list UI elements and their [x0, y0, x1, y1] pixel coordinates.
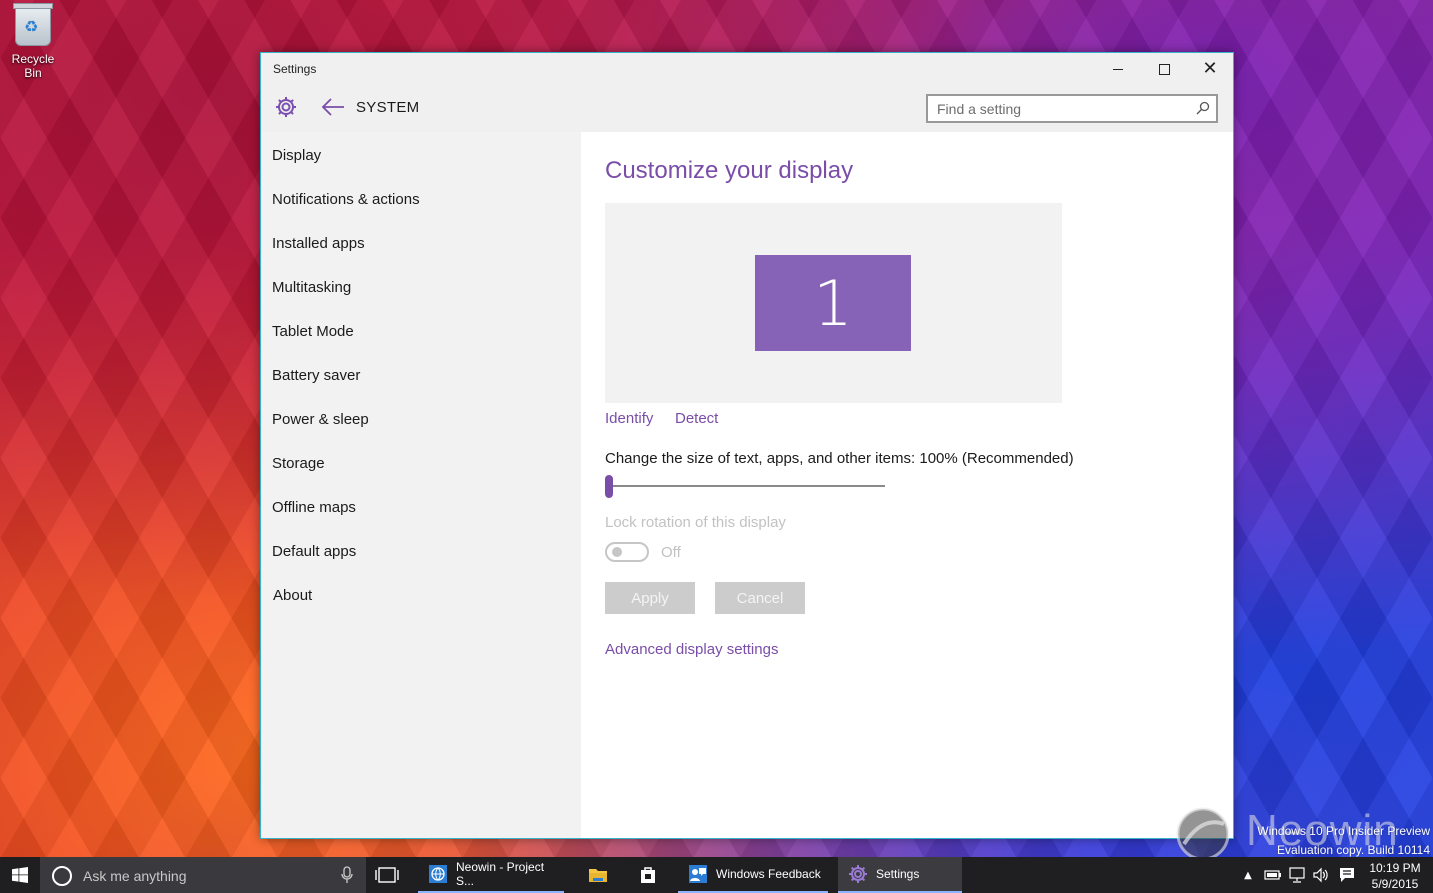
recycle-bin-icon: ♻: [13, 3, 53, 46]
sidebar-item-battery-saver[interactable]: Battery saver: [272, 367, 360, 384]
cancel-button[interactable]: Cancel: [715, 582, 805, 614]
toggle-knob: [612, 547, 622, 557]
window-title: Settings: [273, 62, 317, 76]
sidebar-item-about[interactable]: About: [273, 587, 312, 604]
sidebar-item-storage[interactable]: Storage: [272, 455, 325, 472]
scale-slider-thumb[interactable]: [605, 475, 613, 498]
notification-icon: [1340, 868, 1354, 882]
battery-icon: [1264, 870, 1281, 880]
search-box[interactable]: [926, 94, 1218, 123]
sidebar-item-default-apps[interactable]: Default apps: [272, 543, 356, 560]
file-explorer-icon: [589, 869, 607, 882]
neowin-logo-icon: [1176, 807, 1230, 861]
section-title: SYSTEM: [356, 99, 420, 116]
build-watermark: Windows 10 Pro Insider Preview Evaluatio…: [1257, 822, 1430, 860]
lock-rotation-label: Lock rotation of this display: [605, 514, 786, 531]
sidebar-item-offline-maps[interactable]: Offline maps: [272, 499, 356, 516]
taskbar-app-file-explorer[interactable]: [578, 857, 618, 893]
taskbar-app-store[interactable]: [628, 857, 668, 893]
display-arrangement-area: 1: [605, 203, 1062, 403]
battery-tray-button[interactable]: [1262, 857, 1284, 893]
page-title: Customize your display: [605, 157, 854, 184]
watermark-line-1: Windows 10 Pro Insider Preview: [1257, 824, 1430, 838]
settings-header: SYSTEM: [261, 85, 1233, 132]
settings-sidebar: Display Notifications & actions Installe…: [261, 132, 581, 838]
store-icon: [641, 867, 655, 883]
maximize-icon: [1158, 63, 1170, 75]
show-hidden-icons-button[interactable]: ▲: [1238, 857, 1258, 893]
feedback-icon: [689, 865, 707, 883]
back-arrow-icon[interactable]: [319, 93, 347, 121]
network-tray-button[interactable]: [1286, 857, 1308, 893]
scale-slider-track[interactable]: [609, 485, 885, 487]
gear-icon: [849, 865, 867, 883]
taskbar: Ask me anything Neowin - Project S... Wi…: [0, 857, 1433, 893]
lock-rotation-state: Off: [661, 544, 681, 561]
cortana-search-box[interactable]: Ask me anything: [40, 857, 366, 893]
settings-window: Settings ✕ SYSTEM Display Notifications …: [260, 52, 1234, 839]
recycle-bin-label: Recycle Bin: [11, 52, 55, 80]
taskbar-app-settings-label: Settings: [876, 867, 920, 881]
action-center-button[interactable]: [1336, 857, 1358, 893]
taskbar-app-feedback-label: Windows Feedback: [716, 867, 821, 881]
start-button[interactable]: [0, 857, 40, 893]
lock-rotation-toggle[interactable]: [605, 542, 649, 562]
scale-label: Change the size of text, apps, and other…: [605, 450, 1074, 467]
desktop-icon-recycle-bin[interactable]: ♻ Recycle Bin: [2, 3, 64, 80]
gear-icon: [276, 97, 296, 117]
clock-date: 5/9/2015: [1371, 877, 1419, 891]
apply-button[interactable]: Apply: [605, 582, 695, 614]
detect-link[interactable]: Detect: [675, 410, 718, 427]
cortana-icon: [52, 866, 72, 886]
taskbar-app-edge-label: Neowin - Project S...: [456, 860, 545, 888]
taskbar-clock[interactable]: 10:19 PM 5/9/2015: [1362, 860, 1428, 892]
close-button[interactable]: ✕: [1187, 53, 1233, 85]
microphone-icon[interactable]: [340, 866, 354, 884]
sidebar-item-notifications[interactable]: Notifications & actions: [272, 191, 420, 208]
volume-tray-button[interactable]: [1310, 857, 1332, 893]
advanced-display-settings-link[interactable]: Advanced display settings: [605, 641, 778, 658]
monitor-tile-1[interactable]: 1: [755, 255, 911, 351]
sidebar-item-power-sleep[interactable]: Power & sleep: [272, 411, 369, 428]
sidebar-item-tablet-mode[interactable]: Tablet Mode: [272, 323, 354, 340]
task-view-icon[interactable]: [374, 865, 400, 885]
taskbar-app-windows-feedback[interactable]: Windows Feedback: [678, 857, 828, 893]
network-icon: [1289, 867, 1305, 883]
chevron-up-icon: ▲: [1244, 869, 1252, 881]
taskbar-app-settings[interactable]: Settings: [838, 857, 962, 893]
sidebar-item-multitasking[interactable]: Multitasking: [272, 279, 351, 296]
clock-time: 10:19 PM: [1369, 861, 1421, 875]
maximize-button[interactable]: [1141, 53, 1187, 85]
search-icon[interactable]: [1196, 101, 1210, 115]
windows-logo-icon: [12, 867, 28, 883]
identify-link[interactable]: Identify: [605, 410, 653, 427]
volume-icon: [1313, 867, 1328, 883]
search-input[interactable]: [928, 96, 1187, 121]
close-icon: ✕: [1202, 58, 1218, 79]
title-bar[interactable]: Settings ✕: [261, 53, 1233, 85]
sidebar-item-installed-apps[interactable]: Installed apps: [272, 235, 365, 252]
cortana-placeholder: Ask me anything: [83, 868, 187, 884]
minimize-icon: [1113, 68, 1123, 70]
minimize-button[interactable]: [1095, 53, 1141, 85]
edge-icon: [429, 865, 447, 883]
sidebar-item-display[interactable]: Display: [272, 147, 321, 164]
taskbar-app-edge[interactable]: Neowin - Project S...: [418, 857, 564, 893]
